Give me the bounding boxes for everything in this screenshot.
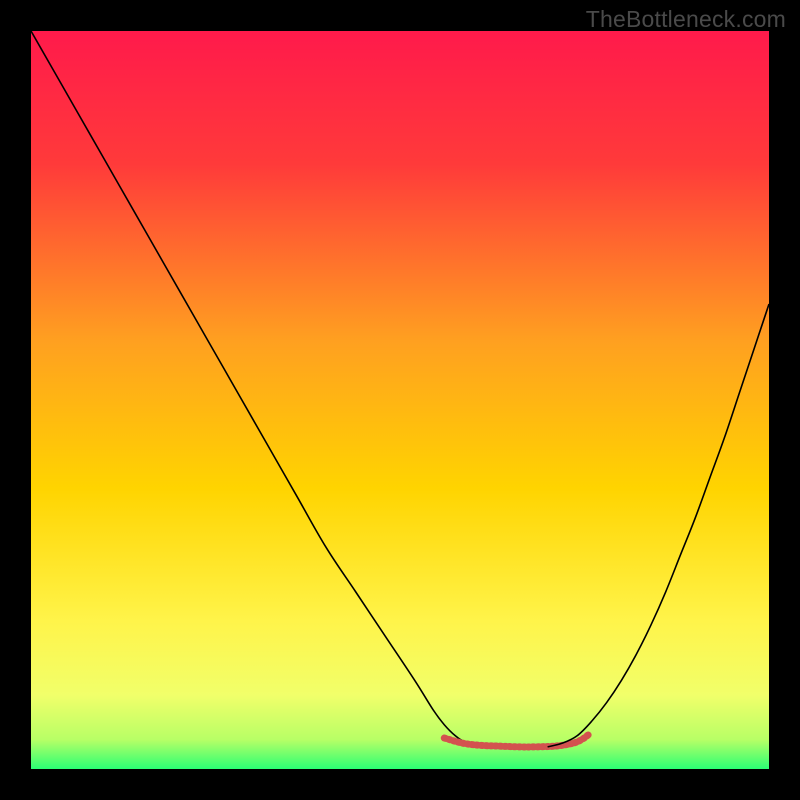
- plot-area: [31, 31, 769, 769]
- chart-frame: TheBottleneck.com: [0, 0, 800, 800]
- chart-canvas: [31, 31, 769, 769]
- watermark-label: TheBottleneck.com: [586, 6, 786, 33]
